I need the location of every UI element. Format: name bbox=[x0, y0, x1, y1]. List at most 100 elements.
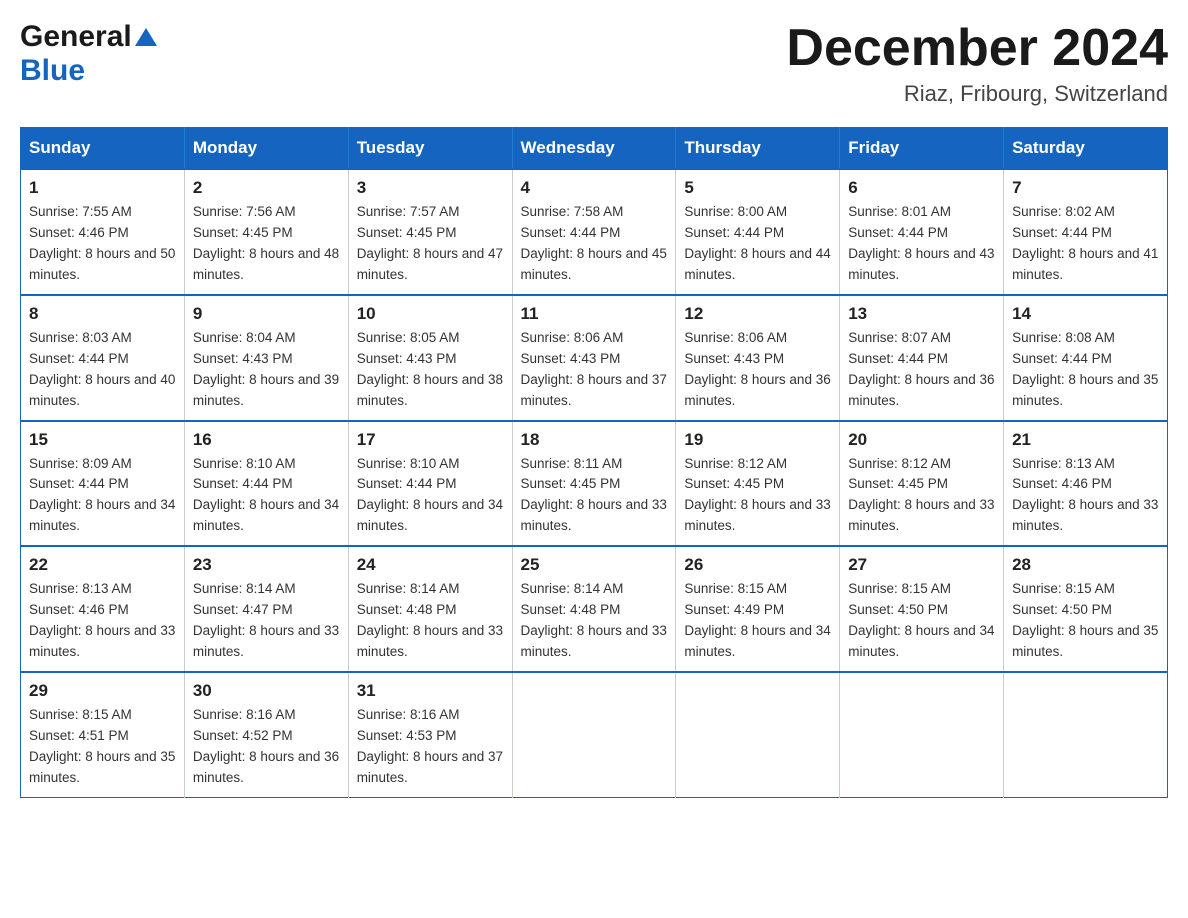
calendar-cell: 30 Sunrise: 8:16 AMSunset: 4:52 PMDaylig… bbox=[184, 672, 348, 797]
day-info: Sunrise: 8:10 AMSunset: 4:44 PMDaylight:… bbox=[357, 454, 504, 538]
day-info: Sunrise: 8:10 AMSunset: 4:44 PMDaylight:… bbox=[193, 454, 340, 538]
day-info: Sunrise: 8:14 AMSunset: 4:48 PMDaylight:… bbox=[357, 579, 504, 663]
day-info: Sunrise: 8:13 AMSunset: 4:46 PMDaylight:… bbox=[29, 579, 176, 663]
header-tuesday: Tuesday bbox=[348, 128, 512, 170]
calendar-cell: 29 Sunrise: 8:15 AMSunset: 4:51 PMDaylig… bbox=[21, 672, 185, 797]
calendar-cell: 28 Sunrise: 8:15 AMSunset: 4:50 PMDaylig… bbox=[1004, 546, 1168, 672]
day-info: Sunrise: 7:57 AMSunset: 4:45 PMDaylight:… bbox=[357, 202, 504, 286]
calendar-cell bbox=[840, 672, 1004, 797]
location: Riaz, Fribourg, Switzerland bbox=[786, 81, 1168, 107]
day-info: Sunrise: 8:00 AMSunset: 4:44 PMDaylight:… bbox=[684, 202, 831, 286]
calendar-cell: 5 Sunrise: 8:00 AMSunset: 4:44 PMDayligh… bbox=[676, 169, 840, 295]
day-info: Sunrise: 8:11 AMSunset: 4:45 PMDaylight:… bbox=[521, 454, 668, 538]
calendar-cell: 8 Sunrise: 8:03 AMSunset: 4:44 PMDayligh… bbox=[21, 295, 185, 421]
day-number: 2 bbox=[193, 178, 340, 198]
calendar-cell: 23 Sunrise: 8:14 AMSunset: 4:47 PMDaylig… bbox=[184, 546, 348, 672]
calendar-cell: 13 Sunrise: 8:07 AMSunset: 4:44 PMDaylig… bbox=[840, 295, 1004, 421]
calendar-cell: 6 Sunrise: 8:01 AMSunset: 4:44 PMDayligh… bbox=[840, 169, 1004, 295]
logo-blue: Blue bbox=[20, 54, 85, 88]
header-thursday: Thursday bbox=[676, 128, 840, 170]
calendar-cell: 11 Sunrise: 8:06 AMSunset: 4:43 PMDaylig… bbox=[512, 295, 676, 421]
calendar-cell bbox=[512, 672, 676, 797]
header-saturday: Saturday bbox=[1004, 128, 1168, 170]
header-friday: Friday bbox=[840, 128, 1004, 170]
day-number: 18 bbox=[521, 430, 668, 450]
day-number: 21 bbox=[1012, 430, 1159, 450]
day-info: Sunrise: 8:08 AMSunset: 4:44 PMDaylight:… bbox=[1012, 328, 1159, 412]
calendar-cell: 22 Sunrise: 8:13 AMSunset: 4:46 PMDaylig… bbox=[21, 546, 185, 672]
day-number: 6 bbox=[848, 178, 995, 198]
page-header: General Blue December 2024 Riaz, Fribour… bbox=[20, 20, 1168, 107]
day-info: Sunrise: 8:12 AMSunset: 4:45 PMDaylight:… bbox=[684, 454, 831, 538]
calendar-cell: 16 Sunrise: 8:10 AMSunset: 4:44 PMDaylig… bbox=[184, 421, 348, 547]
day-number: 17 bbox=[357, 430, 504, 450]
day-number: 11 bbox=[521, 304, 668, 324]
day-number: 1 bbox=[29, 178, 176, 198]
calendar-cell: 15 Sunrise: 8:09 AMSunset: 4:44 PMDaylig… bbox=[21, 421, 185, 547]
calendar-cell: 24 Sunrise: 8:14 AMSunset: 4:48 PMDaylig… bbox=[348, 546, 512, 672]
calendar-cell: 4 Sunrise: 7:58 AMSunset: 4:44 PMDayligh… bbox=[512, 169, 676, 295]
day-info: Sunrise: 7:55 AMSunset: 4:46 PMDaylight:… bbox=[29, 202, 176, 286]
day-number: 10 bbox=[357, 304, 504, 324]
calendar-cell: 31 Sunrise: 8:16 AMSunset: 4:53 PMDaylig… bbox=[348, 672, 512, 797]
calendar-cell: 26 Sunrise: 8:15 AMSunset: 4:49 PMDaylig… bbox=[676, 546, 840, 672]
day-info: Sunrise: 8:05 AMSunset: 4:43 PMDaylight:… bbox=[357, 328, 504, 412]
calendar-cell: 10 Sunrise: 8:05 AMSunset: 4:43 PMDaylig… bbox=[348, 295, 512, 421]
day-info: Sunrise: 8:15 AMSunset: 4:49 PMDaylight:… bbox=[684, 579, 831, 663]
day-number: 19 bbox=[684, 430, 831, 450]
day-number: 23 bbox=[193, 555, 340, 575]
day-info: Sunrise: 8:09 AMSunset: 4:44 PMDaylight:… bbox=[29, 454, 176, 538]
calendar-cell: 14 Sunrise: 8:08 AMSunset: 4:44 PMDaylig… bbox=[1004, 295, 1168, 421]
calendar-cell: 17 Sunrise: 8:10 AMSunset: 4:44 PMDaylig… bbox=[348, 421, 512, 547]
day-number: 9 bbox=[193, 304, 340, 324]
day-info: Sunrise: 7:56 AMSunset: 4:45 PMDaylight:… bbox=[193, 202, 340, 286]
header-monday: Monday bbox=[184, 128, 348, 170]
day-info: Sunrise: 8:07 AMSunset: 4:44 PMDaylight:… bbox=[848, 328, 995, 412]
day-info: Sunrise: 8:15 AMSunset: 4:51 PMDaylight:… bbox=[29, 705, 176, 789]
calendar-cell: 9 Sunrise: 8:04 AMSunset: 4:43 PMDayligh… bbox=[184, 295, 348, 421]
logo-triangle-icon bbox=[135, 28, 157, 51]
calendar-cell: 21 Sunrise: 8:13 AMSunset: 4:46 PMDaylig… bbox=[1004, 421, 1168, 547]
calendar-week-2: 8 Sunrise: 8:03 AMSunset: 4:44 PMDayligh… bbox=[21, 295, 1168, 421]
day-info: Sunrise: 8:16 AMSunset: 4:53 PMDaylight:… bbox=[357, 705, 504, 789]
day-info: Sunrise: 8:02 AMSunset: 4:44 PMDaylight:… bbox=[1012, 202, 1159, 286]
day-number: 3 bbox=[357, 178, 504, 198]
day-number: 30 bbox=[193, 681, 340, 701]
day-info: Sunrise: 8:15 AMSunset: 4:50 PMDaylight:… bbox=[848, 579, 995, 663]
day-number: 31 bbox=[357, 681, 504, 701]
calendar-week-5: 29 Sunrise: 8:15 AMSunset: 4:51 PMDaylig… bbox=[21, 672, 1168, 797]
calendar-cell bbox=[1004, 672, 1168, 797]
calendar-cell: 12 Sunrise: 8:06 AMSunset: 4:43 PMDaylig… bbox=[676, 295, 840, 421]
calendar-cell: 27 Sunrise: 8:15 AMSunset: 4:50 PMDaylig… bbox=[840, 546, 1004, 672]
day-number: 8 bbox=[29, 304, 176, 324]
day-number: 24 bbox=[357, 555, 504, 575]
month-title: December 2024 bbox=[786, 20, 1168, 77]
calendar-week-3: 15 Sunrise: 8:09 AMSunset: 4:44 PMDaylig… bbox=[21, 421, 1168, 547]
day-number: 5 bbox=[684, 178, 831, 198]
day-number: 25 bbox=[521, 555, 668, 575]
day-number: 15 bbox=[29, 430, 176, 450]
logo: General Blue bbox=[20, 20, 157, 88]
calendar-cell: 18 Sunrise: 8:11 AMSunset: 4:45 PMDaylig… bbox=[512, 421, 676, 547]
calendar-cell: 20 Sunrise: 8:12 AMSunset: 4:45 PMDaylig… bbox=[840, 421, 1004, 547]
day-info: Sunrise: 8:01 AMSunset: 4:44 PMDaylight:… bbox=[848, 202, 995, 286]
day-number: 13 bbox=[848, 304, 995, 324]
day-info: Sunrise: 8:03 AMSunset: 4:44 PMDaylight:… bbox=[29, 328, 176, 412]
calendar-cell: 19 Sunrise: 8:12 AMSunset: 4:45 PMDaylig… bbox=[676, 421, 840, 547]
header-wednesday: Wednesday bbox=[512, 128, 676, 170]
day-info: Sunrise: 7:58 AMSunset: 4:44 PMDaylight:… bbox=[521, 202, 668, 286]
day-info: Sunrise: 8:06 AMSunset: 4:43 PMDaylight:… bbox=[684, 328, 831, 412]
day-info: Sunrise: 8:06 AMSunset: 4:43 PMDaylight:… bbox=[521, 328, 668, 412]
day-number: 28 bbox=[1012, 555, 1159, 575]
title-area: December 2024 Riaz, Fribourg, Switzerlan… bbox=[786, 20, 1168, 107]
day-info: Sunrise: 8:12 AMSunset: 4:45 PMDaylight:… bbox=[848, 454, 995, 538]
calendar-cell: 1 Sunrise: 7:55 AMSunset: 4:46 PMDayligh… bbox=[21, 169, 185, 295]
day-number: 29 bbox=[29, 681, 176, 701]
header-sunday: Sunday bbox=[21, 128, 185, 170]
calendar-cell: 2 Sunrise: 7:56 AMSunset: 4:45 PMDayligh… bbox=[184, 169, 348, 295]
day-info: Sunrise: 8:04 AMSunset: 4:43 PMDaylight:… bbox=[193, 328, 340, 412]
calendar-cell: 7 Sunrise: 8:02 AMSunset: 4:44 PMDayligh… bbox=[1004, 169, 1168, 295]
day-number: 7 bbox=[1012, 178, 1159, 198]
day-number: 14 bbox=[1012, 304, 1159, 324]
logo-general: General bbox=[20, 20, 132, 54]
